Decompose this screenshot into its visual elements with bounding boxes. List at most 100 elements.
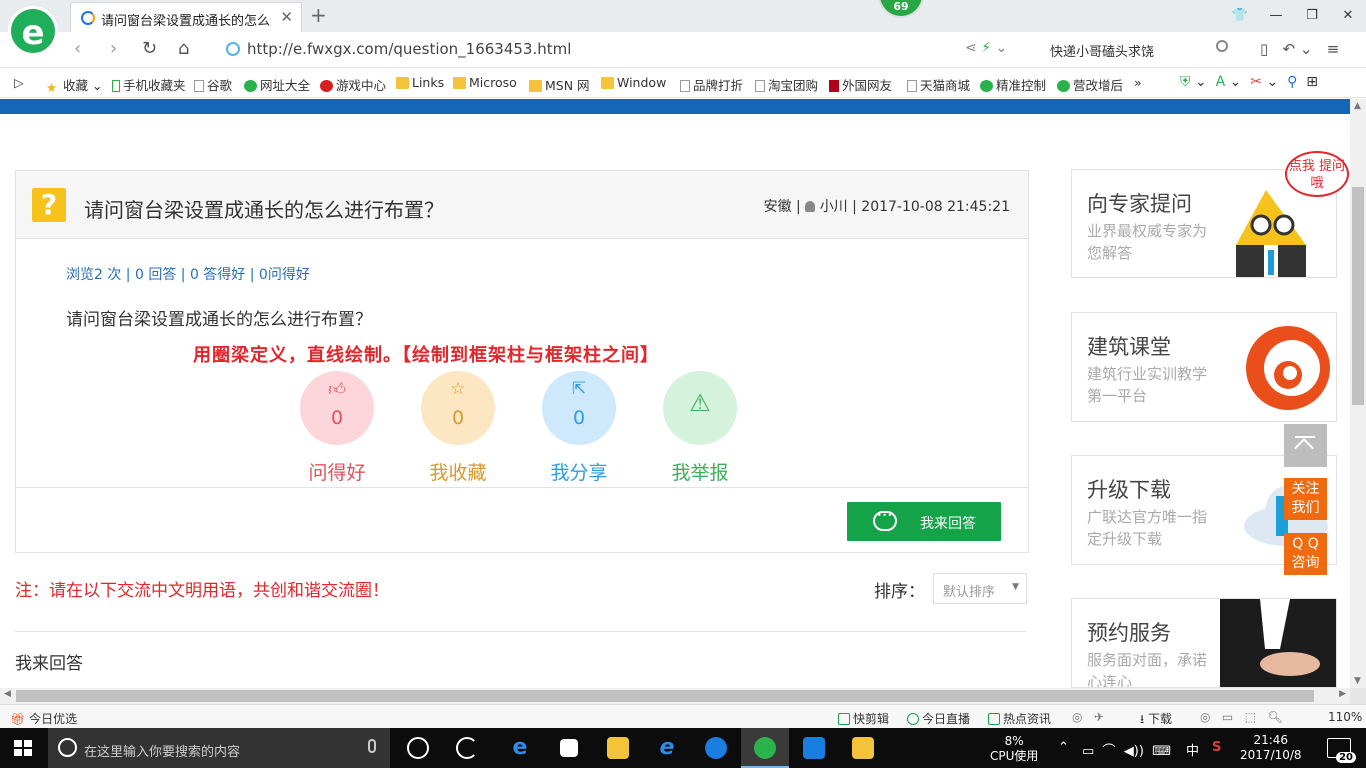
- daily-picks[interactable]: 🎁︎ 今日优选: [10, 710, 77, 727]
- url-text[interactable]: http://e.fwxgx.com/question_1663453.html: [247, 40, 571, 58]
- store-app[interactable]: [545, 728, 593, 768]
- sidebar-card-appointment[interactable]: 预约服务 服务面对面，承诺心连心: [1071, 598, 1337, 688]
- url-field[interactable]: http://e.fwxgx.com/question_1663453.html: [220, 38, 1040, 62]
- notes-app[interactable]: [839, 728, 887, 768]
- taskbar-app[interactable]: [443, 728, 491, 768]
- bookmark-item[interactable]: 天猫商城: [907, 75, 970, 94]
- horizontal-scrollbar[interactable]: ◀ ▶: [0, 688, 1350, 704]
- action-good-question[interactable]: 👍︎ 0 问得好: [282, 371, 392, 485]
- bookmark-item[interactable]: 品牌打折: [680, 75, 743, 94]
- bookmark-item[interactable]: 外国网友: [829, 75, 892, 94]
- status-icons-2[interactable]: ◎ ▭ ⬚ 🔍︎: [1200, 710, 1283, 724]
- action-circle[interactable]: ⚠: [663, 371, 737, 445]
- sidebar-card-classroom[interactable]: 建筑课堂 建筑行业实训教学第一平台: [1071, 312, 1337, 422]
- clock-time: 21:46: [1253, 733, 1289, 747]
- notification-badge[interactable]: 69: [878, 0, 924, 18]
- taskbar-app[interactable]: [790, 728, 838, 768]
- search-icon[interactable]: [1216, 40, 1228, 52]
- bookmark-item[interactable]: 游戏中心: [320, 75, 386, 94]
- action-circle[interactable]: 👍︎ 0: [300, 371, 374, 445]
- bookmark-item[interactable]: Links: [396, 75, 444, 90]
- action-report[interactable]: ⚠ 我举报: [645, 371, 755, 485]
- status-icons[interactable]: ◎ ✈: [1072, 710, 1112, 724]
- close-window-button[interactable]: ✕: [1330, 0, 1366, 32]
- share-lightning-icons[interactable]: ⋖ ⚡ ⌄: [965, 40, 1007, 56]
- edge-app[interactable]: e: [496, 728, 544, 768]
- maximize-button[interactable]: ❐: [1294, 0, 1330, 32]
- sort-label: 排序：: [874, 582, 925, 602]
- action-circle[interactable]: ⇱ 0: [542, 371, 616, 445]
- ie-app[interactable]: e: [643, 728, 691, 768]
- action-circle[interactable]: ☆ 0: [421, 371, 495, 445]
- home-icon[interactable]: ⌂: [178, 38, 189, 59]
- search-input[interactable]: 快递小哥磕头求饶: [1050, 41, 1154, 60]
- bookmark-item[interactable]: 手机收藏夹: [112, 75, 186, 94]
- refresh-icon[interactable]: ↻: [142, 38, 157, 59]
- task-view-app[interactable]: [394, 728, 442, 768]
- bookmark-item[interactable]: Window: [601, 75, 666, 90]
- bookmark-item[interactable]: Microso: [453, 75, 517, 90]
- new-tab-button[interactable]: +: [310, 3, 327, 27]
- microphone-icon[interactable]: [368, 739, 376, 753]
- scroll-down-icon[interactable]: ▼: [1354, 676, 1361, 686]
- vertical-scrollbar[interactable]: ▲ ▼: [1350, 99, 1366, 688]
- sort-select[interactable]: 默认排序 ▼: [933, 573, 1027, 604]
- browser-logo[interactable]: e: [8, 6, 58, 56]
- warning-icon: ⚠: [689, 389, 711, 417]
- notification-center-icon[interactable]: 20: [1327, 738, 1356, 763]
- minimize-button[interactable]: —: [1258, 0, 1294, 32]
- more-bookmarks-icon[interactable]: »: [1134, 75, 1142, 90]
- action-share[interactable]: ⇱ 0 我分享: [524, 371, 634, 485]
- action-count: 0: [572, 407, 586, 429]
- scroll-left-icon[interactable]: ◀: [4, 689, 11, 699]
- close-icon[interactable]: ✕: [280, 8, 293, 26]
- sogou-icon[interactable]: S: [1212, 740, 1221, 755]
- ask-me-bubble[interactable]: 点我 提问哦: [1285, 151, 1349, 197]
- scroll-thumb[interactable]: [1352, 187, 1364, 405]
- back-icon[interactable]: ‹: [74, 38, 81, 59]
- zoom-level[interactable]: 110%: [1328, 710, 1362, 724]
- tray-up-icon[interactable]: ⌃: [1058, 740, 1069, 755]
- scroll-right-icon[interactable]: ▶: [1339, 689, 1346, 699]
- ime-indicator[interactable]: 中: [1186, 740, 1199, 759]
- cpu-label: CPU使用: [990, 749, 1039, 763]
- question-body: 请问窗台梁设置成通长的怎么进行布置？: [66, 310, 372, 330]
- bookmark-item[interactable]: 精准控制: [980, 75, 1046, 94]
- question-author[interactable]: 小川: [820, 199, 848, 215]
- clock-date: 2017/10/8: [1240, 748, 1302, 762]
- bookmark-item[interactable]: 淘宝团购: [755, 75, 818, 94]
- bookmark-item[interactable]: 谷歌: [194, 75, 232, 94]
- bookmark-item[interactable]: 营改增后: [1057, 75, 1123, 94]
- taskbar-search[interactable]: 在这里输入你要搜索的内容: [48, 728, 390, 768]
- qq-consult-button[interactable]: Q Q 咨询: [1284, 533, 1327, 575]
- toolbar-icons[interactable]: ▯ ↶ ⌄ ≡: [1260, 40, 1339, 58]
- extension-icons[interactable]: ⛨ ⌄ A ⌄ ✂ ⌄ ⚲ ⊞: [1180, 74, 1318, 90]
- answer-button-label: 我来回答: [920, 516, 976, 532]
- taskbar-app[interactable]: [692, 728, 740, 768]
- clock[interactable]: 21:46 2017/10/8: [1240, 733, 1302, 763]
- shirt-icon[interactable]: 👕: [1222, 0, 1258, 32]
- action-favorite[interactable]: ☆ 0 我收藏: [403, 371, 513, 485]
- status-item[interactable]: 今日直播: [907, 710, 970, 727]
- scroll-up-icon[interactable]: ▲: [1354, 101, 1361, 111]
- bookmark-item[interactable]: ★ 收藏 ⌄: [46, 75, 102, 95]
- bookmark-item[interactable]: 网址大全: [244, 75, 310, 94]
- page-icon: [907, 80, 917, 92]
- status-item[interactable]: 热点资讯: [988, 710, 1051, 727]
- sidebar-toggle-icon[interactable]: ▷: [14, 75, 24, 90]
- status-item[interactable]: 快剪辑: [838, 710, 889, 727]
- browser-app-active[interactable]: [741, 728, 789, 768]
- bookmark-item[interactable]: MSN 网: [529, 75, 590, 94]
- back-to-top-button[interactable]: [1284, 424, 1327, 467]
- answer-button[interactable]: 我来回答: [847, 502, 1001, 541]
- tab-active[interactable]: 请问窗台梁设置成通长的怎么进行布置？ ✕: [70, 2, 302, 32]
- scroll-thumb[interactable]: [16, 690, 1314, 702]
- cpu-usage[interactable]: 8% CPU使用: [990, 734, 1038, 764]
- follow-us-button[interactable]: 关注 我们: [1284, 478, 1327, 520]
- card-subtitle: 广联达官方唯一指定升级下载: [1087, 508, 1208, 548]
- forward-icon[interactable]: ›: [110, 38, 117, 59]
- tray-icons[interactable]: ▭ ⌒ ◀)) ⌨: [1082, 740, 1171, 759]
- question-header: ? 请问窗台梁设置成通长的怎么进行布置？ 安徽 | 小川 | 2017-10-0…: [16, 171, 1028, 239]
- windows-start-icon[interactable]: [14, 740, 32, 756]
- explorer-app[interactable]: [594, 728, 642, 768]
